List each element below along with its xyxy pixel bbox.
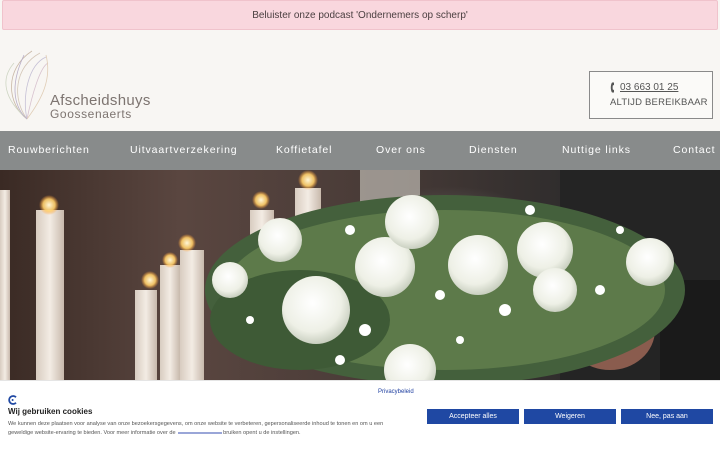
contact-box: 03 663 01 25 ALTIJD BEREIKBAAR	[589, 71, 713, 119]
nav-item-uitvaartverzekering[interactable]: Uitvaartverzekering	[130, 144, 238, 156]
nav-item-rouwberichten[interactable]: Rouwberichten	[8, 144, 90, 156]
accept-all-button[interactable]: Accepteer alles	[427, 409, 519, 424]
podcast-banner-text: Beluister onze podcast 'Ondernemers op s…	[252, 9, 468, 21]
cookie-text-part2: bruiken opent u de instellingen.	[223, 430, 301, 436]
cookie-policy-link[interactable]	[178, 431, 223, 434]
availability-label: ALTIJD BEREIKBAAR	[610, 97, 708, 108]
brand-name: Afscheidshuys Goossenaerts	[50, 93, 151, 121]
site-header: Afscheidshuys Goossenaerts 03 663 01 25 …	[0, 31, 720, 131]
podcast-banner[interactable]: Beluister onze podcast 'Ondernemers op s…	[2, 0, 718, 30]
nav-item-diensten[interactable]: Diensten	[469, 144, 518, 156]
cookie-text-part1: We kunnen deze plaatsen voor analyse van…	[8, 421, 384, 436]
brand-line2: Goossenaerts	[50, 107, 132, 121]
nav-item-koffietafel[interactable]: Koffietafel	[276, 144, 332, 156]
refuse-button[interactable]: Weigeren	[524, 409, 616, 424]
site-logo[interactable]: Afscheidshuys Goossenaerts	[2, 49, 162, 123]
customize-button[interactable]: Nee, pas aan	[621, 409, 713, 424]
privacy-policy-link[interactable]: Privacybeleid	[378, 389, 414, 395]
phone-number: 03 663 01 25	[620, 82, 679, 93]
cookie-icon	[8, 395, 17, 405]
phone-link[interactable]: 03 663 01 25	[610, 82, 678, 93]
cookie-title: Wij gebruiken cookies	[8, 407, 93, 416]
cookie-description: We kunnen deze plaatsen voor analyse van…	[8, 420, 408, 438]
phone-icon	[610, 82, 614, 93]
nav-item-nuttige-links[interactable]: Nuttige links	[562, 144, 631, 156]
cookie-banner: Privacybeleid Wij gebruiken cookies We k…	[0, 380, 720, 450]
brand-line1: Afscheidshuys	[50, 92, 151, 109]
nav-item-over-ons[interactable]: Over ons	[376, 144, 426, 156]
hero-image	[0, 170, 720, 380]
hero-flowers-candles-image	[0, 170, 720, 380]
main-nav: Rouwberichten Uitvaartverzekering Koffie…	[0, 131, 720, 170]
logo-petals-icon	[5, 50, 49, 120]
nav-item-contact[interactable]: Contact	[673, 144, 716, 156]
